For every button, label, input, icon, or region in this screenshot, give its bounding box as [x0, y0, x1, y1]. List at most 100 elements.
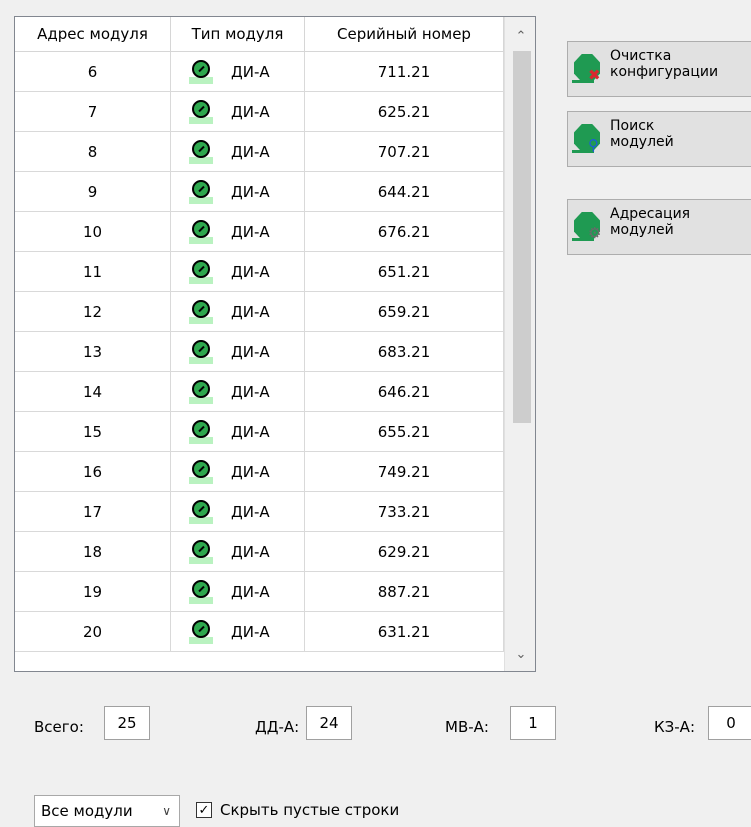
table-body: 6 ДИ-А 711.21 7 ДИ-А 625.21 8 ДИ-А 707.21 9 ДИ-А 64… — [15, 52, 504, 652]
cell-type: ДИ-А — [171, 452, 305, 491]
cell-address: 17 — [15, 492, 171, 531]
module-status-icon — [189, 339, 213, 364]
table-row[interactable]: 12 ДИ-А 659.21 — [15, 292, 504, 332]
table-row[interactable]: 13 ДИ-А 683.21 — [15, 332, 504, 372]
address-modules-label: Адресация модулей — [610, 206, 691, 238]
modules-table: ^ Адрес модуля Тип модуля Серийный номер… — [14, 16, 536, 672]
cell-address: 16 — [15, 452, 171, 491]
table-row[interactable]: 14 ДИ-А 646.21 — [15, 372, 504, 412]
dd-value: 24 — [306, 706, 352, 740]
table-row[interactable]: 9 ДИ-А 644.21 — [15, 172, 504, 212]
kz-value: 0 — [708, 706, 751, 740]
cell-serial: 711.21 — [305, 52, 504, 91]
table-row[interactable]: 16 ДИ-А 749.21 — [15, 452, 504, 492]
table-row[interactable]: 17 ДИ-А 733.21 — [15, 492, 504, 532]
cell-serial: 655.21 — [305, 412, 504, 451]
cell-type-text: ДИ-А — [231, 342, 270, 361]
cell-type-text: ДИ-А — [231, 542, 270, 561]
hide-empty-checkbox[interactable]: ✓ — [196, 802, 212, 818]
cell-type-text: ДИ-А — [231, 302, 270, 321]
module-status-icon — [189, 139, 213, 164]
header-type[interactable]: Тип модуля — [171, 17, 305, 51]
module-status-icon — [189, 499, 213, 524]
scroll-thumb[interactable] — [513, 51, 531, 423]
cell-serial: 733.21 — [305, 492, 504, 531]
cell-type: ДИ-А — [171, 612, 305, 651]
cell-serial: 644.21 — [305, 172, 504, 211]
table-row[interactable]: 7 ДИ-А 625.21 — [15, 92, 504, 132]
cell-type: ДИ-А — [171, 372, 305, 411]
hide-empty-label[interactable]: Скрыть пустые строки — [220, 801, 399, 819]
cell-type-text: ДИ-А — [231, 462, 270, 481]
cell-address: 15 — [15, 412, 171, 451]
module-status-icon — [189, 579, 213, 604]
cell-address: 7 — [15, 92, 171, 131]
cell-serial: 651.21 — [305, 252, 504, 291]
total-label: Всего: — [34, 718, 84, 736]
chevron-down-icon: ∨ — [162, 804, 171, 818]
table-header: Адрес модуля Тип модуля Серийный номер — [15, 17, 504, 52]
clear-config-button[interactable]: ✖ Очистка конфигурации — [567, 41, 751, 97]
table-row[interactable]: 10 ДИ-А 676.21 — [15, 212, 504, 252]
cell-serial: 749.21 — [305, 452, 504, 491]
mv-value: 1 — [510, 706, 556, 740]
cell-address: 20 — [15, 612, 171, 651]
module-status-icon — [189, 259, 213, 284]
module-status-icon — [189, 299, 213, 324]
cell-type: ДИ-А — [171, 52, 305, 91]
module-status-icon — [189, 419, 213, 444]
table-row[interactable]: 6 ДИ-А 711.21 — [15, 52, 504, 92]
cell-serial: 629.21 — [305, 532, 504, 571]
cell-type: ДИ-А — [171, 332, 305, 371]
cell-address: 14 — [15, 372, 171, 411]
search-modules-label: Поиск модулей — [610, 118, 674, 150]
header-address[interactable]: Адрес модуля — [15, 17, 171, 51]
address-modules-icon: ⚙ — [568, 200, 608, 250]
cell-serial: 887.21 — [305, 572, 504, 611]
cell-address: 18 — [15, 532, 171, 571]
table-row[interactable]: 11 ДИ-А 651.21 — [15, 252, 504, 292]
cell-address: 10 — [15, 212, 171, 251]
table-row[interactable]: 8 ДИ-А 707.21 — [15, 132, 504, 172]
module-status-icon — [189, 619, 213, 644]
cell-address: 8 — [15, 132, 171, 171]
cell-type-text: ДИ-А — [231, 222, 270, 241]
table-row[interactable]: 19 ДИ-А 887.21 — [15, 572, 504, 612]
module-filter-select[interactable]: Все модули ∨ — [34, 795, 180, 827]
clear-config-label: Очистка конфигурации — [610, 48, 719, 80]
cell-serial: 683.21 — [305, 332, 504, 371]
table-row[interactable]: 20 ДИ-А 631.21 — [15, 612, 504, 652]
table-row[interactable]: 18 ДИ-А 629.21 — [15, 532, 504, 572]
search-modules-button[interactable]: ⚲ Поиск модулей — [567, 111, 751, 167]
cell-type: ДИ-А — [171, 92, 305, 131]
module-status-icon — [189, 539, 213, 564]
cell-address: 13 — [15, 332, 171, 371]
module-status-icon — [189, 459, 213, 484]
cell-type-text: ДИ-А — [231, 142, 270, 161]
cell-type: ДИ-А — [171, 292, 305, 331]
module-status-icon — [189, 379, 213, 404]
vertical-scrollbar[interactable]: ⌃ ⌄ — [504, 17, 535, 671]
cell-type-text: ДИ-А — [231, 582, 270, 601]
module-status-icon — [189, 179, 213, 204]
cell-type: ДИ-А — [171, 412, 305, 451]
scroll-up-icon[interactable]: ⌃ — [505, 21, 535, 51]
module-status-icon — [189, 59, 213, 84]
filter-selected-value: Все модули — [41, 802, 133, 820]
cell-type-text: ДИ-А — [231, 622, 270, 641]
cell-type-text: ДИ-А — [231, 502, 270, 521]
table-row[interactable]: 15 ДИ-А 655.21 — [15, 412, 504, 452]
scroll-down-icon[interactable]: ⌄ — [505, 639, 535, 669]
clear-config-icon: ✖ — [568, 42, 608, 92]
cell-type-text: ДИ-А — [231, 382, 270, 401]
search-modules-icon: ⚲ — [568, 112, 608, 162]
cell-type: ДИ-А — [171, 252, 305, 291]
cell-address: 19 — [15, 572, 171, 611]
address-modules-button[interactable]: ⚙ Адресация модулей — [567, 199, 751, 255]
cell-serial: 676.21 — [305, 212, 504, 251]
mv-label: МВ-А: — [445, 718, 489, 736]
module-status-icon — [189, 219, 213, 244]
header-serial[interactable]: Серийный номер — [305, 17, 504, 51]
cell-address: 6 — [15, 52, 171, 91]
cell-address: 11 — [15, 252, 171, 291]
